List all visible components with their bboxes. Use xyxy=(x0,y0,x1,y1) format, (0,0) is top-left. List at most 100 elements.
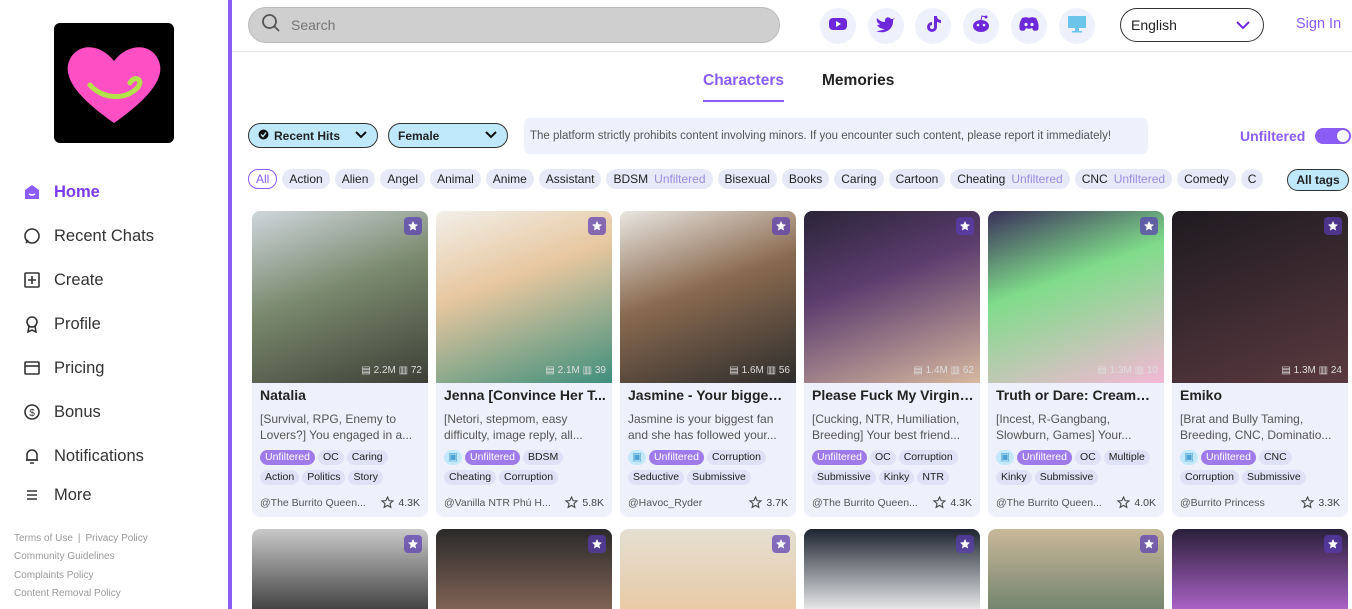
character-tag[interactable]: Submissive xyxy=(1034,470,1099,485)
sidebar-item-pricing[interactable]: Pricing xyxy=(22,346,222,390)
sidebar-item-home[interactable]: Home xyxy=(22,170,222,214)
like-count[interactable]: 3.7K xyxy=(749,496,788,509)
sidebar-item-notifications[interactable]: Notifications xyxy=(22,434,222,478)
tag-chip[interactable]: Action xyxy=(282,169,330,189)
sidebar-item-bonus[interactable]: $ Bonus xyxy=(22,390,222,434)
favorite-star-icon[interactable] xyxy=(772,217,790,235)
discord-button[interactable] xyxy=(1011,8,1047,44)
character-card[interactable]: ▤ 1.3M ▥ 24 Emiko [Brat and Bully Taming, … xyxy=(1172,211,1348,517)
tag-chip[interactable]: Cheating Unfiltered xyxy=(950,169,1070,189)
character-tag[interactable]: Submissive xyxy=(1242,470,1306,485)
character-tag[interactable]: Caring xyxy=(346,450,388,465)
character-tag[interactable]: NTR xyxy=(917,470,949,485)
all-tags-button[interactable]: All tags xyxy=(1287,169,1349,191)
character-tag[interactable]: Story xyxy=(348,470,383,485)
app-logo[interactable] xyxy=(54,23,174,143)
character-card[interactable] xyxy=(252,529,428,609)
tag-chip[interactable]: BDSM Unfiltered xyxy=(606,169,713,189)
favorite-star-icon[interactable] xyxy=(1324,535,1342,553)
character-tag[interactable]: Corruption xyxy=(499,470,559,485)
desktop-app-button[interactable] xyxy=(1059,8,1095,44)
character-card[interactable] xyxy=(620,529,796,609)
gender-select[interactable]: Female xyxy=(388,123,508,148)
character-card[interactable]: ▤ 1.4M ▥ 62 Please Fuck My Virgin ... [Cuc… xyxy=(804,211,980,517)
favorite-star-icon[interactable] xyxy=(956,217,974,235)
tag-chip[interactable]: CNC Unfiltered xyxy=(1074,169,1173,189)
character-tag[interactable]: Multiple xyxy=(1103,450,1150,465)
character-card[interactable] xyxy=(804,529,980,609)
character-tag[interactable]: Cheating xyxy=(444,470,497,485)
author-link[interactable]: @The Burrito Queen... xyxy=(260,497,370,509)
like-count[interactable]: 4.0K xyxy=(1117,496,1156,509)
character-card[interactable]: ▤ 2.1M ▥ 39 Jenna [Convince Her T... [Neto… xyxy=(436,211,612,517)
character-tag[interactable]: Unfiltered xyxy=(260,450,315,465)
character-card[interactable]: ▤ 1.6M ▥ 56 Jasmine - Your biggest... Jasm… xyxy=(620,211,796,517)
removal-link[interactable]: Content Removal Policy xyxy=(14,585,148,603)
tag-chip[interactable]: Comedy xyxy=(1177,169,1236,189)
character-card[interactable] xyxy=(436,529,612,609)
character-tag[interactable]: Corruption xyxy=(1180,470,1240,485)
character-tag[interactable]: Unfiltered xyxy=(812,450,867,465)
favorite-star-icon[interactable] xyxy=(1324,217,1342,235)
character-tag[interactable]: Corruption xyxy=(898,450,958,465)
character-tag[interactable]: CNC xyxy=(1258,450,1292,465)
tab-memories[interactable]: Memories xyxy=(822,72,894,90)
tag-chip[interactable]: Angel xyxy=(380,169,426,189)
character-tag[interactable]: Kinky xyxy=(996,470,1032,485)
character-card[interactable]: ▤ 2.2M ▥ 72 Natalia [Survival, RPG, Enemy … xyxy=(252,211,428,517)
character-tag[interactable]: Corruption xyxy=(706,450,766,465)
tag-chip[interactable]: All xyxy=(248,169,278,189)
character-tag[interactable]: OC xyxy=(1074,450,1101,465)
character-tag[interactable]: Unfiltered xyxy=(649,450,704,465)
guidelines-link[interactable]: Community Guidelines xyxy=(14,548,148,566)
like-count[interactable]: 4.3K xyxy=(381,496,420,509)
tag-chip[interactable]: Caring xyxy=(834,169,884,189)
character-tag[interactable]: Submissive xyxy=(812,470,876,485)
character-tag[interactable]: Action xyxy=(260,470,300,485)
character-tag[interactable]: BDSM xyxy=(522,450,564,465)
character-tag[interactable]: OC xyxy=(869,450,896,465)
sidebar-item-create[interactable]: Create xyxy=(22,258,222,302)
tag-chip[interactable]: Anime xyxy=(485,169,534,189)
favorite-star-icon[interactable] xyxy=(772,535,790,553)
language-select[interactable]: English xyxy=(1120,8,1264,42)
tag-chip[interactable]: Cartoon xyxy=(888,169,946,189)
favorite-star-icon[interactable] xyxy=(1140,217,1158,235)
sign-in-link[interactable]: Sign In xyxy=(1296,16,1341,32)
twitter-button[interactable] xyxy=(868,8,904,44)
character-tag[interactable]: Unfiltered xyxy=(465,450,520,465)
character-tag[interactable]: Kinky xyxy=(878,470,915,485)
character-tag[interactable]: Seductive xyxy=(628,470,685,485)
like-count[interactable]: 3.3K xyxy=(1301,496,1340,509)
favorite-star-icon[interactable] xyxy=(588,535,606,553)
character-tag[interactable]: Unfiltered xyxy=(1017,450,1072,465)
complaints-link[interactable]: Complaints Policy xyxy=(14,567,148,585)
unfiltered-toggle[interactable] xyxy=(1315,128,1351,144)
sidebar-item-profile[interactable]: Profile xyxy=(22,302,222,346)
tag-chip[interactable]: C xyxy=(1240,169,1264,189)
favorite-star-icon[interactable] xyxy=(588,217,606,235)
tag-chip[interactable]: Animal xyxy=(430,169,481,189)
character-card[interactable] xyxy=(1172,529,1348,609)
reddit-button[interactable] xyxy=(963,8,999,44)
character-tag[interactable]: Unfiltered xyxy=(1201,450,1256,465)
favorite-star-icon[interactable] xyxy=(404,535,422,553)
character-card[interactable]: ▤ 1.3M ▥ 10 Truth or Dare: Creampi... [Inc… xyxy=(988,211,1164,517)
tag-chip[interactable]: Bisexual xyxy=(717,169,777,189)
like-count[interactable]: 4.3K xyxy=(933,496,972,509)
author-link[interactable]: @The Burrito Queen... xyxy=(812,497,922,509)
tag-chip[interactable]: Books xyxy=(781,169,830,189)
author-link[interactable]: @Vanilla NTR Phú H... xyxy=(444,497,554,509)
favorite-star-icon[interactable] xyxy=(404,217,422,235)
character-tag[interactable]: OC xyxy=(317,450,344,465)
terms-link[interactable]: Terms of Use xyxy=(14,533,73,544)
character-tag[interactable]: Submissive xyxy=(687,470,751,485)
author-link[interactable]: @The Burrito Queen... xyxy=(996,497,1106,509)
tiktok-button[interactable] xyxy=(915,8,951,44)
character-tag[interactable]: Politics xyxy=(302,470,346,485)
character-card[interactable] xyxy=(988,529,1164,609)
tab-characters[interactable]: Characters xyxy=(703,72,784,102)
privacy-link[interactable]: Privacy Policy xyxy=(86,533,148,544)
search-input[interactable] xyxy=(291,17,751,33)
author-link[interactable]: @Havoc_Ryder xyxy=(628,497,738,509)
